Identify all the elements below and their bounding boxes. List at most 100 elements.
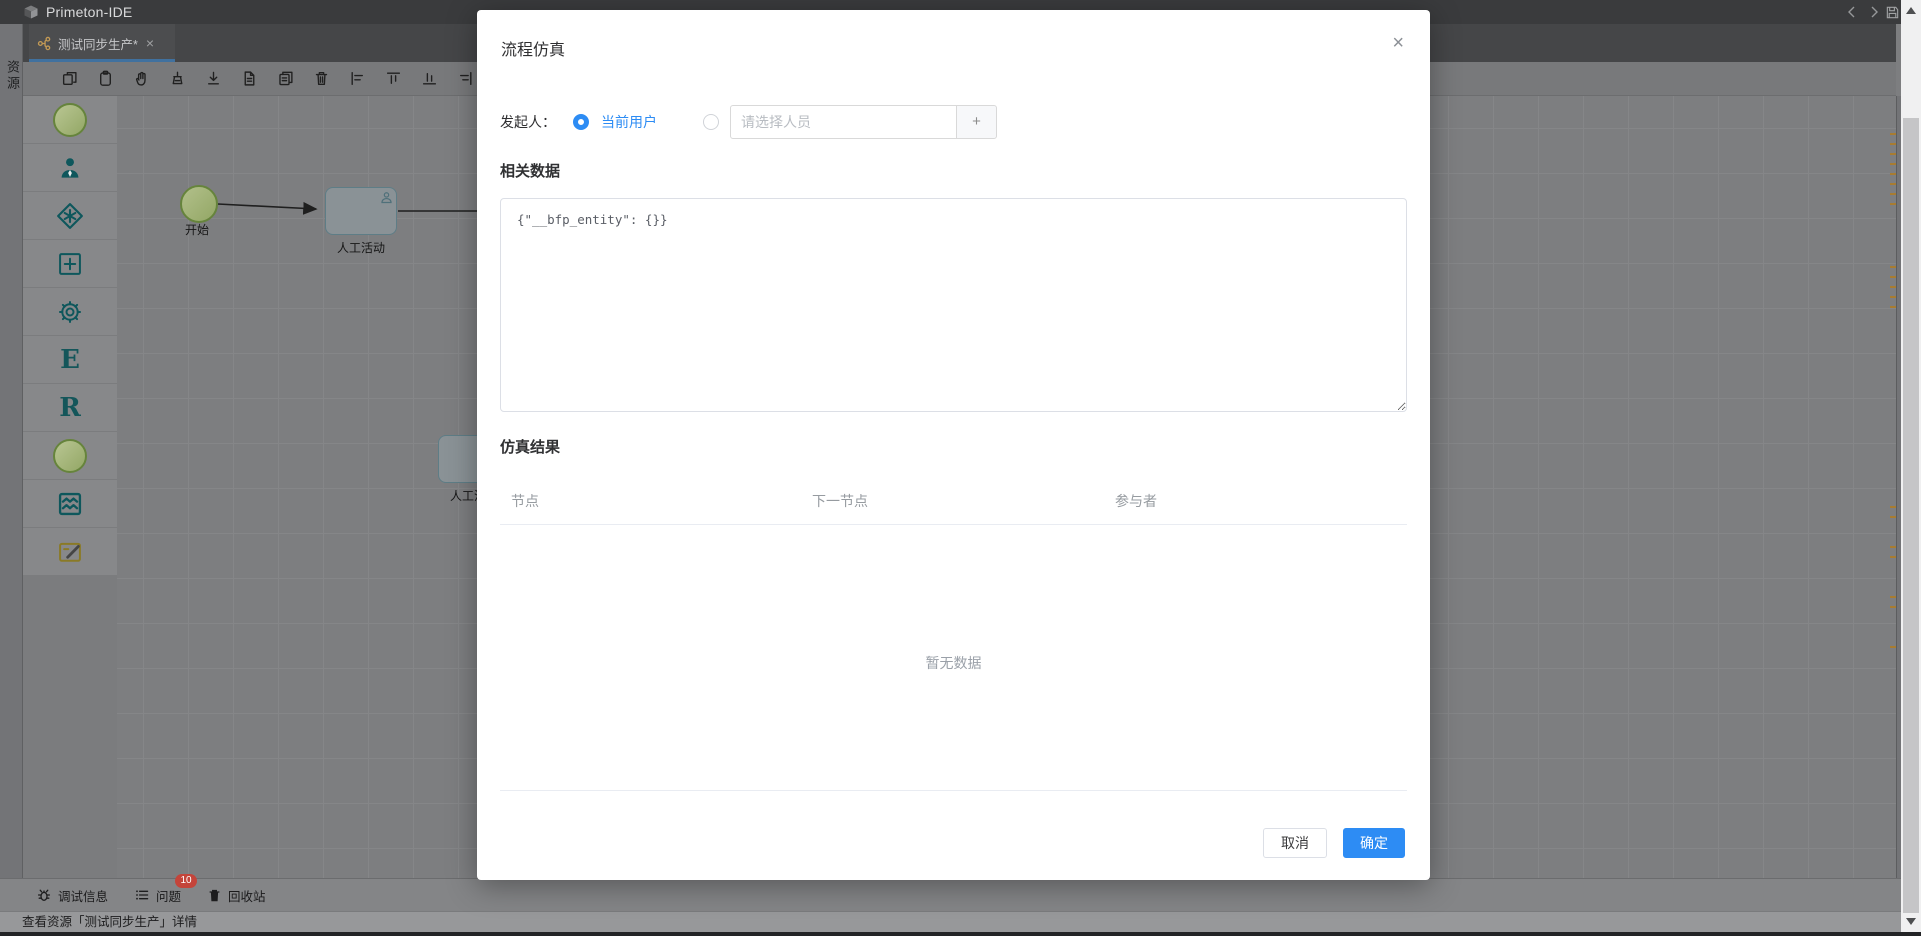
align-right-button[interactable] [451,65,479,93]
current-user-radio[interactable] [573,114,589,130]
debug-icon [36,887,52,903]
add-person-button[interactable]: + [956,105,997,139]
column-header-node: 节点 [511,491,539,511]
empty-table-placeholder: 暂无数据 [477,653,1430,673]
node-label: 开始 [172,221,222,238]
palette-item-service-task[interactable] [23,288,117,335]
save-icon[interactable] [1885,5,1900,20]
align-bottom-icon [421,70,438,87]
download-icon [205,70,222,87]
document-icon [241,70,258,87]
person-badge-icon [380,191,393,204]
problems-label: 问题 [156,886,181,905]
align-left-icon [349,70,366,87]
person-icon [56,154,84,182]
resource-rail-label: 资源 [3,60,22,92]
palette-item-entity[interactable]: E [23,336,117,383]
align-right-icon [457,70,474,87]
align-left-button[interactable] [343,65,371,93]
palette-item-end-event[interactable] [23,432,117,479]
hand-icon [133,70,150,87]
statusbar: 查看资源「测试同步生产」详情 [0,911,1901,932]
cancel-button[interactable]: 取消 [1263,828,1327,858]
align-top-icon [385,70,402,87]
node-human-activity-1[interactable] [325,187,397,235]
palette-item-start-event[interactable] [23,96,117,143]
scrollbar-down-arrow-icon[interactable] [1906,918,1916,925]
copy-icon [61,70,78,87]
pan-button[interactable] [127,65,155,93]
list-icon [134,887,150,903]
trash-icon [313,70,330,87]
select-person-radio[interactable] [703,114,719,130]
palette-item-form-task[interactable] [23,528,117,575]
problems-button[interactable]: 问题 10 [134,886,181,905]
process-simulation-dialog: 流程仿真 × 发起人： 当前用户 + 相关数据 {"__bfp_entity":… [477,10,1430,880]
debug-info-button[interactable]: 调试信息 [36,886,108,905]
import-button[interactable] [199,65,227,93]
gateway-icon [55,201,85,231]
brush-icon [169,70,186,87]
app-logo-icon [22,3,40,21]
node-label: 人工活动 [325,239,397,256]
copy-document-button[interactable] [271,65,299,93]
dialog-title: 流程仿真 [501,36,565,60]
start-event-icon [53,103,87,137]
plus-square-icon [56,250,84,278]
simulation-result-heading: 仿真结果 [500,436,560,457]
app-window: Primeton-IDE 资源 测试同步生产* × [0,0,1921,936]
tab-process-editor[interactable]: 测试同步生产* × [29,24,175,62]
form-edit-icon [56,538,84,566]
confirm-button[interactable]: 确定 [1343,828,1405,858]
recycle-bin-button[interactable]: 回收站 [207,886,266,905]
palette-item-subprocess[interactable] [23,240,117,287]
process-icon [37,36,52,51]
align-top-button[interactable] [379,65,407,93]
column-header-participant: 参与者 [1115,491,1157,511]
delete-button[interactable] [307,65,335,93]
scrollbar-thumb[interactable] [1903,118,1919,913]
scrollbar-up-arrow-icon[interactable] [1906,7,1916,14]
palette-item-gateway[interactable] [23,192,117,239]
gear-icon [56,298,84,326]
bottom-toolbar: 调试信息 问题 10 回收站 [0,878,1901,911]
window-bottom-edge [0,932,1921,936]
column-header-next-node: 下一节点 [812,491,868,511]
status-message: 查看资源「测试同步生产」详情 [22,915,197,929]
close-tab-icon[interactable]: × [146,35,154,51]
select-person-input[interactable] [730,105,957,139]
debug-info-label: 调试信息 [58,886,108,905]
entity-letter-icon: E [60,347,80,373]
trash-icon [207,888,222,903]
rule-letter-icon: R [59,395,81,421]
palette-item-human-activity[interactable] [23,144,117,191]
close-dialog-icon[interactable]: × [1386,32,1410,54]
paste-button[interactable] [91,65,119,93]
recycle-bin-label: 回收站 [228,886,266,905]
document-button[interactable] [235,65,263,93]
related-data-textarea[interactable]: {"__bfp_entity": {}} [500,198,1407,412]
palette-item-signal-task[interactable] [23,480,117,527]
resource-rail[interactable]: 资源 [0,24,23,878]
current-user-option-label[interactable]: 当前用户 [601,105,657,139]
nav-forward-icon[interactable] [1868,5,1881,19]
brush-button[interactable] [163,65,191,93]
copy-button[interactable] [55,65,83,93]
align-bottom-button[interactable] [415,65,443,93]
copy-document-icon [277,70,294,87]
vertical-scrollbar[interactable] [1901,0,1921,932]
paste-icon [97,70,114,87]
node-start-event[interactable] [180,185,218,223]
node-palette: E R [23,96,117,878]
palette-item-rule[interactable]: R [23,384,117,431]
related-data-heading: 相关数据 [500,160,560,181]
initiator-label: 发起人： [500,105,556,139]
tab-title: 测试同步生产* [58,34,138,53]
app-title: Primeton-IDE [46,4,132,20]
table-header-divider [500,524,1407,525]
end-event-icon [53,439,87,473]
waves-icon [56,490,84,518]
problems-count-badge: 10 [175,874,197,888]
nav-back-icon[interactable] [1845,5,1858,19]
table-bottom-divider [500,790,1407,791]
